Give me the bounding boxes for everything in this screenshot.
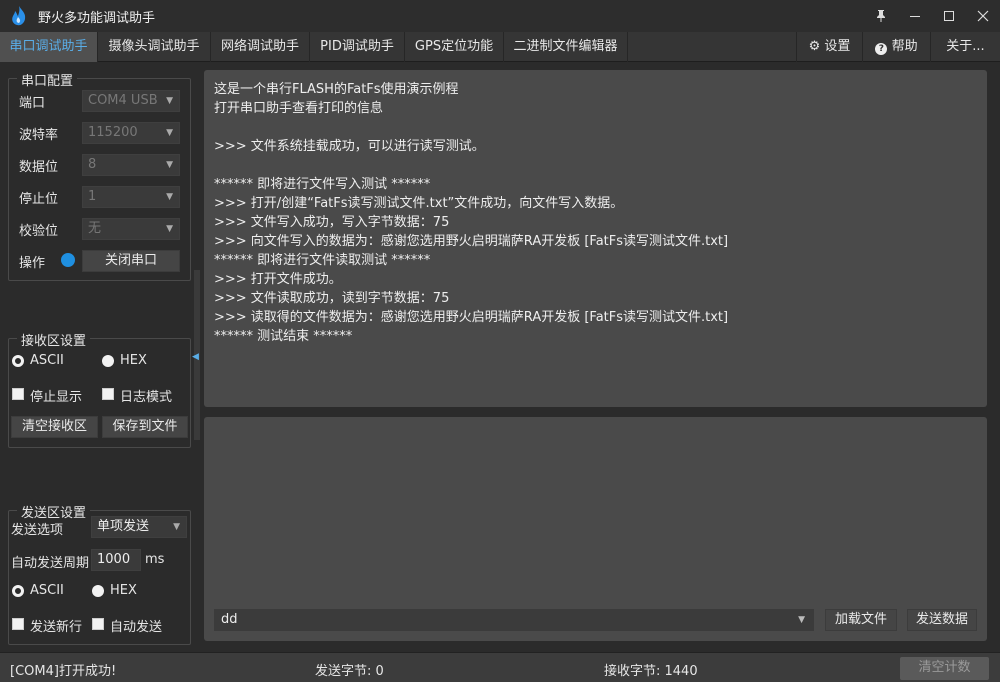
databits-label: 数据位 bbox=[19, 160, 59, 175]
receive-line: ****** 即将进行文件读取测试 ****** bbox=[214, 253, 431, 268]
close-port-button[interactable]: 关闭串口 bbox=[82, 250, 180, 272]
stopbits-label: 停止位 bbox=[19, 192, 59, 207]
title-bar: 野火多功能调试助手 bbox=[0, 0, 1000, 32]
receive-line: >>> 向文件写入的数据为：感谢您选用野火启明瑞萨RA开发板 [FatFs读写测… bbox=[214, 234, 729, 249]
receive-line: >>> 打开/创建“FatFs读写测试文件.txt”文件成功，向文件写入数据。 bbox=[214, 196, 624, 211]
log-mode-checkbox[interactable] bbox=[102, 388, 114, 400]
tab-serial[interactable]: 串口调试助手 bbox=[0, 32, 98, 62]
send-input[interactable]: dd ▼ bbox=[214, 609, 814, 631]
baud-select[interactable]: 115200 ▼ bbox=[82, 122, 180, 144]
chevron-down-icon: ▼ bbox=[166, 192, 173, 202]
send-area: dd ▼ 加载文件 发送数据 bbox=[204, 417, 987, 641]
clear-count-button[interactable]: 清空计数 bbox=[900, 657, 989, 680]
clear-receive-button[interactable]: 清空接收区 bbox=[11, 416, 98, 438]
send-newline-label: 发送新行 bbox=[30, 620, 83, 635]
status-message: [COM4]打开成功! bbox=[10, 664, 117, 679]
stopbits-select[interactable]: 1 ▼ bbox=[82, 186, 180, 208]
databits-select[interactable]: 8 ▼ bbox=[82, 154, 180, 176]
parity-select[interactable]: 无 ▼ bbox=[82, 218, 180, 240]
receive-line: >>> 读取得的文件数据为：感谢您选用野火启明瑞萨RA开发板 [FatFs读写测… bbox=[214, 310, 729, 325]
tab-network[interactable]: 网络调试助手 bbox=[211, 32, 310, 62]
port-select[interactable]: COM4 USB ▼ bbox=[82, 90, 180, 112]
serial-config-title: 串口配置 bbox=[17, 70, 78, 89]
stopbits-value: 1 bbox=[88, 189, 97, 204]
send-ascii-radio[interactable] bbox=[12, 585, 24, 597]
settings-label: 设置 bbox=[824, 39, 851, 54]
receive-line bbox=[214, 118, 977, 137]
auto-send-checkbox[interactable] bbox=[92, 618, 104, 630]
help-label: 帮助 bbox=[891, 39, 918, 54]
receive-line: >>> 文件读取成功，读到字节数据：75 bbox=[214, 291, 450, 306]
receive-line: ****** 即将进行文件写入测试 ****** bbox=[214, 177, 431, 192]
send-option-select[interactable]: 单项发送 ▼ bbox=[91, 516, 187, 538]
auto-period-input[interactable]: 1000 bbox=[91, 549, 141, 571]
receive-line: 打开串口助手查看打印的信息 bbox=[214, 101, 384, 116]
auto-send-label: 自动发送 bbox=[110, 620, 163, 635]
send-newline-checkbox[interactable] bbox=[12, 618, 24, 630]
maximize-button[interactable] bbox=[932, 0, 966, 32]
log-mode-label: 日志模式 bbox=[120, 390, 173, 405]
operation-label: 操作 bbox=[19, 256, 46, 271]
chevron-down-icon: ▼ bbox=[166, 128, 173, 138]
send-option-value: 单项发送 bbox=[97, 519, 150, 534]
load-file-button[interactable]: 加载文件 bbox=[825, 609, 897, 631]
minimize-button[interactable] bbox=[898, 0, 932, 32]
recv-hex-radio[interactable] bbox=[102, 355, 114, 367]
close-button[interactable] bbox=[966, 0, 1000, 32]
receive-textarea[interactable]: 这是一个串行FLASH的FatFs使用演示例程 打开串口助手查看打印的信息 >>… bbox=[204, 70, 987, 407]
chevron-down-icon: ▼ bbox=[173, 522, 180, 532]
status-bar: [COM4]打开成功! 发送字节: 0 接收字节: 1440 清空计数 bbox=[0, 652, 1000, 682]
received-bytes: 接收字节: 1440 bbox=[604, 664, 698, 679]
send-option-label: 发送选项 bbox=[11, 523, 64, 538]
parity-value: 无 bbox=[88, 221, 102, 236]
help-icon: ? bbox=[875, 43, 888, 55]
period-unit: ms bbox=[145, 552, 165, 567]
receive-line: >>> 打开文件成功。 bbox=[214, 272, 342, 287]
receive-settings-title: 接收区设置 bbox=[17, 330, 91, 349]
send-input-value: dd bbox=[221, 612, 238, 627]
receive-line: >>> 文件系统挂载成功，可以进行读写测试。 bbox=[214, 139, 485, 154]
tab-bar: 串口调试助手 摄像头调试助手 网络调试助手 PID调试助手 GPS定位功能 二进… bbox=[0, 32, 1000, 62]
parity-label: 校验位 bbox=[19, 224, 59, 239]
send-ascii-label: ASCII bbox=[30, 583, 64, 598]
gear-icon: ⚙ bbox=[808, 39, 821, 54]
help-button[interactable]: ? 帮助 bbox=[862, 32, 930, 62]
receive-line: 这是一个串行FLASH的FatFs使用演示例程 bbox=[214, 82, 459, 97]
stop-display-label: 停止显示 bbox=[30, 390, 83, 405]
send-hex-radio[interactable] bbox=[92, 585, 104, 597]
send-hex-label: HEX bbox=[110, 583, 137, 598]
flame-logo-icon bbox=[12, 6, 26, 26]
recv-ascii-radio[interactable] bbox=[12, 355, 24, 367]
baud-label: 波特率 bbox=[19, 128, 59, 143]
send-data-button[interactable]: 发送数据 bbox=[907, 609, 977, 631]
port-value: COM4 USB bbox=[88, 93, 158, 108]
stop-display-checkbox[interactable] bbox=[12, 388, 24, 400]
tab-camera[interactable]: 摄像头调试助手 bbox=[98, 32, 211, 62]
collapse-left-icon[interactable]: ◀ bbox=[192, 352, 199, 362]
settings-button[interactable]: ⚙ 设置 bbox=[796, 32, 862, 62]
baud-value: 115200 bbox=[88, 125, 138, 140]
port-label: 端口 bbox=[19, 96, 46, 111]
recv-hex-label: HEX bbox=[120, 353, 147, 368]
app-title: 野火多功能调试助手 bbox=[38, 10, 156, 26]
sent-bytes: 发送字节: 0 bbox=[315, 664, 384, 679]
about-button[interactable]: 关于... bbox=[930, 32, 1000, 62]
port-status-indicator bbox=[61, 253, 75, 267]
tab-pid[interactable]: PID调试助手 bbox=[310, 32, 405, 62]
receive-line: ****** 测试结束 ****** bbox=[214, 329, 353, 344]
chevron-down-icon: ▼ bbox=[166, 160, 173, 170]
recv-ascii-label: ASCII bbox=[30, 353, 64, 368]
pin-icon[interactable] bbox=[864, 0, 898, 32]
tab-gps[interactable]: GPS定位功能 bbox=[405, 32, 504, 62]
chevron-down-icon: ▼ bbox=[166, 96, 173, 106]
auto-period-label: 自动发送周期 bbox=[11, 556, 90, 571]
receive-line: >>> 文件写入成功，写入字节数据：75 bbox=[214, 215, 450, 230]
chevron-down-icon: ▼ bbox=[798, 615, 805, 625]
databits-value: 8 bbox=[88, 157, 97, 172]
save-to-file-button[interactable]: 保存到文件 bbox=[102, 416, 188, 438]
tab-binary-editor[interactable]: 二进制文件编辑器 bbox=[504, 32, 628, 62]
chevron-down-icon: ▼ bbox=[166, 224, 173, 234]
receive-line bbox=[214, 156, 977, 175]
